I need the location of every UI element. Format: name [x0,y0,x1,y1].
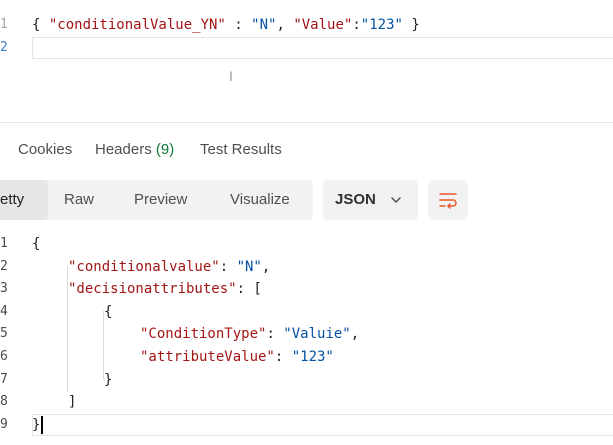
code-token: "123" [291,349,334,365]
response-line[interactable]: 2 "conditionalvalue": "N", [0,256,613,279]
tab-test-results[interactable]: Test Results [200,141,282,158]
line-number: 1 [0,236,8,251]
line-number: 6 [0,349,8,364]
response-code[interactable]: "attributeValue": "123" [140,346,334,369]
code-token: "attributeValue" [140,349,275,365]
line-number: 4 [0,303,8,319]
response-line[interactable]: 8] [0,391,613,414]
code-token: "conditionalvalue" [68,258,220,275]
response-code[interactable]: } [104,369,112,392]
view-visualize-button[interactable]: Visualize [230,180,290,220]
response-line[interactable]: 4{ [0,301,613,324]
response-line[interactable]: 1{ [0,233,613,256]
code-token: , [276,17,294,33]
code-token: { [32,17,49,33]
text-cursor-icon: I [229,68,233,84]
tab-headers[interactable]: Headers (9) [95,141,174,158]
wrap-lines-icon [439,193,457,209]
response-tabs: Cookies Headers (9) Test Results [0,131,613,167]
pane-divider[interactable] [0,122,613,123]
response-line[interactable]: 6 "attributeValue": "123" [0,346,613,369]
text-caret [41,416,43,434]
response-code[interactable]: "conditionalvalue": "N", [68,256,270,279]
code-token: { [104,303,113,320]
line-number: 2 [0,258,8,274]
code-token: ] [68,394,77,411]
code-token: "ConditionType" [140,326,267,343]
response-toolbar: etty Raw Preview Visualize JSON [0,180,613,220]
code-token: , [261,258,271,275]
format-select[interactable]: JSON [323,180,418,220]
response-line[interactable]: 9} [0,414,613,437]
code-token: "decisionattributes" [68,281,237,298]
format-select-value: JSON [335,191,376,208]
code-token: { [32,236,41,252]
code-token: "N" [236,258,262,275]
code-token: : [266,326,284,343]
chevron-down-icon [391,197,401,203]
view-mode-segmented-control: etty Raw Preview Visualize [0,180,313,220]
line-number: 5 [0,326,8,342]
response-line[interactable]: 5 "ConditionType": "Valuie", [0,323,613,346]
code-token: } [104,371,113,388]
response-code[interactable]: "decisionattributes": [ [68,278,262,301]
code-token: "Valuie" [283,326,351,343]
code-token: : [219,258,237,275]
code-token: } [402,17,420,33]
headers-count-badge: (9) [155,141,175,158]
view-raw-button[interactable]: Raw [64,180,94,220]
line-number: 7 [0,371,8,387]
wrap-lines-button[interactable] [428,180,468,220]
code-token: "123" [360,17,403,33]
response-line[interactable]: 3 "decisionattributes": [ [0,278,613,301]
response-code[interactable]: } [32,414,40,437]
response-code[interactable]: { [32,233,40,256]
response-body-viewer[interactable]: 1{2 "conditionalvalue": "N", 3 "decisionatt… [0,233,613,445]
code-token: } [32,416,41,433]
tab-cookies[interactable]: Cookies [18,141,72,158]
code-token: "conditionalValue_YN" [48,17,226,33]
response-code[interactable]: { [104,301,112,324]
code-token: : [352,17,361,33]
response-code[interactable]: "ConditionType": "Valuie", [140,323,359,346]
code-token: : [ [236,281,262,298]
line-number: 8 [0,394,8,410]
code-token: "Value" [293,17,353,33]
code-token: "N" [251,17,277,33]
code-token: : [274,349,292,365]
view-preview-button[interactable]: Preview [134,180,187,220]
line-number: 9 [0,416,8,432]
code-token: , [350,326,360,343]
view-pretty-button[interactable]: etty [0,180,48,220]
request-code[interactable]: { "conditionalValue_YN" : "N", "Value":"… [32,14,420,36]
request-body-editor[interactable]: 1 { "conditionalValue_YN" : "N", "Value"… [0,0,613,122]
response-code[interactable]: ] [68,391,76,414]
line-number: 3 [0,281,8,297]
response-line[interactable]: 7} [0,369,613,392]
line-number: 2 [0,40,8,55]
request-line-1[interactable]: 1 { "conditionalValue_YN" : "N", "Value"… [0,14,613,36]
request-line-2[interactable]: 2 [0,37,613,59]
code-token: : [225,17,252,33]
line-number: 1 [0,17,8,32]
tab-headers-label: Headers [95,141,152,158]
